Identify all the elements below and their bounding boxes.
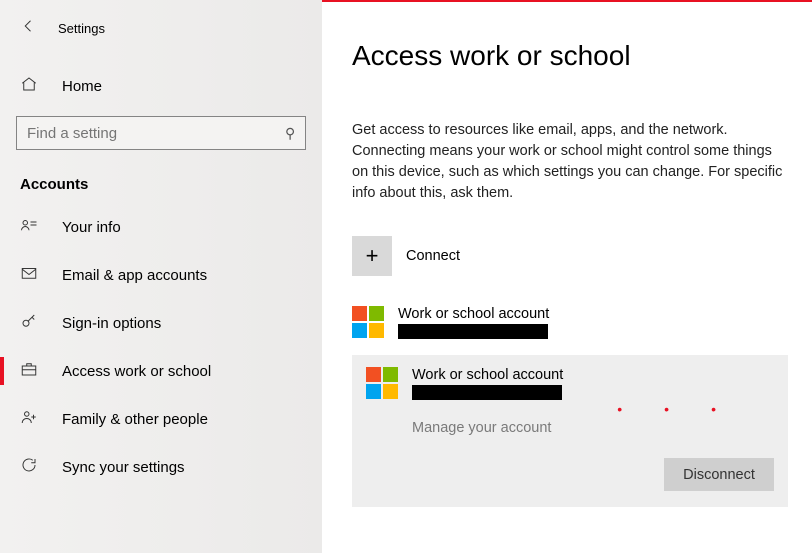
nav-label: Sync your settings [62, 459, 185, 476]
page-description: Get access to resources like email, apps… [352, 120, 788, 204]
account-item[interactable]: Work or school account [366, 367, 774, 400]
nav-label: Email & app accounts [62, 267, 207, 284]
account-title: Work or school account [412, 367, 563, 383]
window-title: Settings [58, 21, 105, 36]
people-plus-icon [18, 408, 40, 430]
microsoft-logo-icon [366, 367, 398, 399]
search-input[interactable] [27, 125, 285, 142]
home-icon [18, 75, 40, 98]
sidebar-item-access-work-school[interactable]: Access work or school [0, 347, 322, 395]
microsoft-logo-icon [352, 306, 384, 338]
sidebar-item-family[interactable]: Family & other people [0, 395, 322, 443]
sidebar-item-email-accounts[interactable]: Email & app accounts [0, 251, 322, 299]
search-icon: ⚲ [285, 125, 295, 142]
account-email-redacted [412, 385, 562, 400]
disconnect-button[interactable]: Disconnect [664, 458, 774, 491]
nav-label: Your info [62, 219, 121, 236]
account-item-expanded: Work or school account ••• Manage your a… [352, 355, 788, 507]
sidebar-item-signin-options[interactable]: Sign-in options [0, 299, 322, 347]
connect-label: Connect [406, 248, 460, 264]
account-item[interactable]: Work or school account [352, 300, 788, 345]
sync-icon [18, 456, 40, 478]
connect-button[interactable]: + Connect [352, 232, 788, 280]
main-content: Access work or school Get access to reso… [322, 0, 812, 553]
home-label: Home [62, 78, 102, 95]
sidebar: Settings Home ⚲ Accounts Your info [0, 0, 322, 553]
sidebar-item-sync[interactable]: Sync your settings [0, 443, 322, 491]
account-email-redacted [398, 324, 548, 339]
manage-account-link[interactable]: Manage your account [412, 420, 774, 436]
person-card-icon [18, 216, 40, 238]
account-title: Work or school account [398, 306, 549, 322]
search-box[interactable]: ⚲ [16, 116, 306, 150]
nav-label: Access work or school [62, 363, 211, 380]
annotation-dots: ••• [617, 401, 758, 417]
section-header: Accounts [20, 176, 322, 193]
nav-label: Sign-in options [62, 315, 161, 332]
back-icon[interactable] [18, 17, 40, 40]
nav-label: Family & other people [62, 411, 208, 428]
briefcase-icon [18, 360, 40, 382]
home-button[interactable]: Home [0, 66, 322, 106]
key-icon [18, 312, 40, 334]
sidebar-item-your-info[interactable]: Your info [0, 203, 322, 251]
mail-icon [18, 264, 40, 286]
plus-icon: + [352, 236, 392, 276]
nav: Your info Email & app accounts Sign-in o… [0, 203, 322, 491]
page-heading: Access work or school [352, 40, 788, 72]
